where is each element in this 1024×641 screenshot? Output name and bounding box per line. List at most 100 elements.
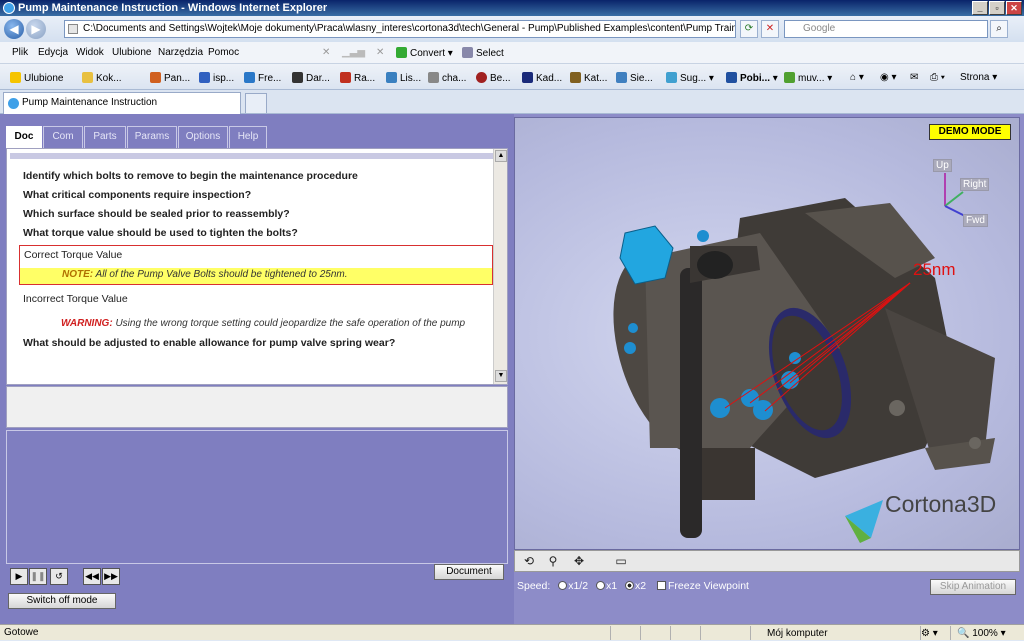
browser-tab-active[interactable]: Pump Maintenance Instruction — [3, 92, 241, 114]
fav-item-1[interactable]: Kok... — [82, 72, 122, 84]
select-button[interactable]: Select — [462, 47, 504, 59]
protected-mode-icon[interactable]: ⚙ ▾ — [920, 626, 950, 640]
star-icon — [10, 72, 21, 83]
document-scrollbar[interactable]: ▲ ▼ — [493, 149, 507, 384]
fav-icon — [666, 72, 677, 83]
tab-options[interactable]: Options — [178, 126, 228, 148]
minimize-button[interactable]: _ — [972, 1, 988, 15]
forward-button[interactable]: ▶ — [26, 19, 46, 39]
search-icon[interactable]: ⌕ — [990, 20, 1008, 38]
print-icon[interactable]: ⎙ ▾ — [930, 72, 945, 83]
replay-button[interactable]: ↺ — [50, 568, 68, 585]
question-2[interactable]: What critical components require inspect… — [23, 189, 251, 201]
question-1[interactable]: Identify which bolts to remove to begin … — [23, 170, 358, 182]
mail-icon[interactable]: ✉ — [910, 72, 918, 83]
warning-prefix: WARNING: — [61, 318, 113, 329]
zoom-icon[interactable]: ⚲ — [544, 553, 562, 570]
speed-x1-label: x1 — [605, 580, 618, 592]
menu-pomoc[interactable]: Pomoc — [208, 47, 239, 58]
speed-half-label: x1/2 — [568, 580, 589, 592]
switch-off-mode-button[interactable]: Switch off mode — [8, 593, 116, 609]
refresh-button[interactable]: ⟳ — [740, 20, 758, 38]
warning-text: WARNING: Using the wrong torque setting … — [61, 318, 465, 329]
menu-edycja[interactable]: Edycja — [38, 47, 68, 58]
torque-annotation: 25nm — [913, 260, 956, 279]
warning-body: Using the wrong torque setting could jeo… — [115, 318, 466, 329]
status-cell — [700, 626, 750, 640]
close-window-button[interactable]: ✕ — [1006, 1, 1022, 15]
rss-icon[interactable]: ◉ ▾ — [880, 72, 897, 83]
axis-up-label: Up — [933, 159, 952, 172]
3d-viewport[interactable]: DEMO MODE Up Right Fwd 25nm Cortona3D — [514, 117, 1020, 550]
menu-widok[interactable]: Widok — [76, 47, 104, 58]
fav-item-4[interactable]: Fre... — [244, 72, 281, 84]
fav-item-12[interactable]: Sie... — [616, 72, 653, 84]
fav-item-8[interactable]: cha... — [428, 72, 466, 84]
tab-params[interactable]: Params — [127, 126, 177, 148]
play-button[interactable]: ▶ — [10, 568, 28, 585]
back-button[interactable]: ◀ — [4, 19, 24, 39]
document-content: Identify which bolts to remove to begin … — [6, 148, 508, 385]
freeze-viewpoint-label: Freeze Viewpoint — [668, 580, 749, 592]
scroll-down-icon[interactable]: ▼ — [495, 370, 507, 382]
search-placeholder: Google — [803, 23, 836, 34]
freeze-viewpoint-checkbox[interactable] — [657, 581, 667, 590]
menu-narzedzia[interactable]: Narzędzia — [158, 47, 203, 58]
document-button[interactable]: Document — [434, 564, 504, 580]
question-3[interactable]: Which surface should be sealed prior to … — [23, 208, 290, 220]
menu-plik[interactable]: Plik — [12, 47, 28, 58]
tab-parts[interactable]: Parts — [84, 126, 126, 148]
zoom-level[interactable]: 🔍 100% ▾ — [950, 626, 1024, 640]
fav-item-15[interactable]: muv... ▾ — [784, 72, 832, 84]
pan-icon[interactable]: ✥ — [570, 553, 588, 570]
fav-item-6[interactable]: Ra... — [340, 72, 375, 84]
note-prefix: NOTE: — [62, 269, 94, 280]
pause-button[interactable]: ❚❚ — [29, 568, 47, 585]
menu-ulubione[interactable]: Ulubione — [112, 47, 151, 58]
tab-com[interactable]: Com — [43, 126, 83, 148]
signal-icon: ▁▃▅ — [342, 47, 366, 58]
new-tab-button[interactable] — [245, 93, 267, 113]
rotate-icon[interactable]: ⟲ — [520, 553, 538, 570]
question-4[interactable]: What torque value should be used to tigh… — [23, 227, 298, 239]
fav-item-3[interactable]: isp... — [199, 72, 234, 84]
convert-button[interactable]: Convert ▾ — [396, 47, 453, 59]
speed-controls: Speed: x1/2 x1 x2 Freeze Viewpoint — [517, 580, 749, 592]
home-icon[interactable]: ⌂ ▾ — [850, 72, 864, 83]
fav-item-14[interactable]: Pobi... ▾ — [726, 72, 778, 84]
maximize-button[interactable]: ▫ — [989, 1, 1005, 15]
question-5[interactable]: What should be adjusted to enable allowa… — [23, 337, 395, 349]
speed-x2-radio[interactable] — [625, 581, 634, 590]
fav-item-11[interactable]: Kat... — [570, 72, 607, 84]
close-toolbar-icon[interactable]: ✕ — [322, 47, 330, 58]
address-bar[interactable]: C:\Documents and Settings\Wojtek\Moje do… — [64, 20, 736, 38]
correct-answer-box[interactable]: Correct Torque Value NOTE: All of the Pu… — [19, 245, 493, 285]
scroll-up-icon[interactable]: ▲ — [495, 150, 507, 162]
page-icon — [68, 24, 78, 34]
fav-item-9[interactable]: Be... — [476, 72, 511, 84]
previous-step-button[interactable]: ◀◀ — [83, 568, 101, 585]
secondary-panel — [6, 386, 508, 428]
fav-item-7[interactable]: Lis... — [386, 72, 421, 84]
incorrect-answer-label[interactable]: Incorrect Torque Value — [23, 293, 128, 305]
fav-icon — [340, 72, 351, 83]
window-title-bar: Pump Maintenance Instruction - Windows I… — [0, 0, 1024, 16]
tab-help[interactable]: Help — [229, 126, 267, 148]
search-input[interactable]: Google — [784, 20, 988, 38]
speed-x1-radio[interactable] — [595, 581, 605, 590]
fav-item-10[interactable]: Kad... — [522, 72, 562, 84]
page-menu[interactable]: Strona ▾ — [960, 72, 997, 83]
close-toolbar-2-icon[interactable]: ✕ — [376, 47, 384, 58]
fit-view-icon[interactable]: ▭ — [612, 553, 630, 570]
stop-button[interactable]: ✕ — [761, 20, 779, 38]
fav-icon — [292, 72, 303, 83]
fav-item-5[interactable]: Dar... — [292, 72, 330, 84]
fav-item-13[interactable]: Sug... ▾ — [666, 72, 714, 84]
fav-item-2[interactable]: Pan... — [150, 72, 190, 84]
favorites-button[interactable]: Ulubione — [10, 72, 63, 84]
speed-half-radio[interactable] — [558, 581, 568, 590]
skip-animation-button[interactable]: Skip Animation — [930, 579, 1016, 595]
correct-answer-label: Correct Torque Value — [24, 249, 123, 261]
next-step-button[interactable]: ▶▶ — [102, 568, 120, 585]
tab-doc[interactable]: Doc — [6, 126, 42, 149]
